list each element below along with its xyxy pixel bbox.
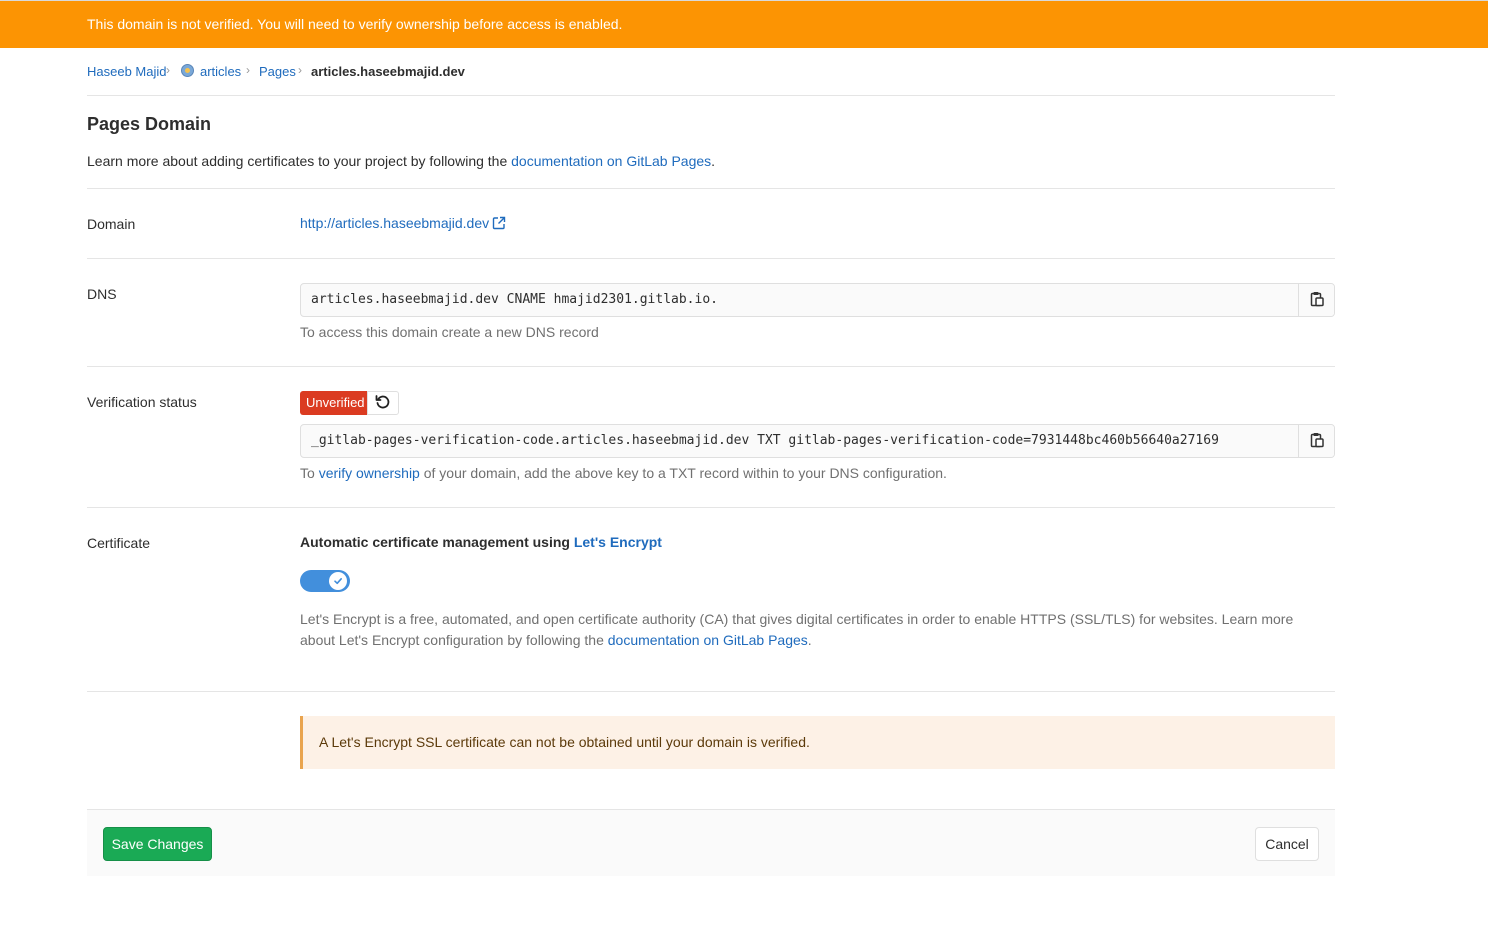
breadcrumb-item-project[interactable]: articles: [200, 64, 241, 79]
unverified-domain-banner: This domain is not verified. You will ne…: [0, 1, 1488, 48]
verify-ownership-link[interactable]: verify ownership: [319, 465, 420, 481]
cert-docs-link[interactable]: documentation on GitLab Pages: [608, 632, 808, 648]
toggle-knob: [329, 572, 347, 590]
intro-text: Learn more about adding certificates to …: [87, 153, 715, 169]
check-icon: [333, 573, 343, 589]
divider: [87, 366, 1335, 367]
dns-label: DNS: [87, 286, 117, 302]
lets-encrypt-link[interactable]: Let's Encrypt: [574, 534, 662, 550]
divider: [87, 691, 1335, 692]
retry-verification-button[interactable]: [367, 391, 399, 415]
verification-status-label: Verification status: [87, 394, 197, 410]
domain-url-link[interactable]: http://articles.haseebmajid.dev: [300, 215, 489, 231]
clipboard-icon: [1310, 291, 1324, 310]
intro-suffix: .: [711, 153, 716, 169]
divider: [87, 188, 1335, 189]
unverified-badge: Unverified: [300, 391, 371, 415]
alert-text: A Let's Encrypt SSL certificate can not …: [319, 734, 810, 750]
breadcrumb: Haseeb Majid › articles › Pages › articl…: [87, 48, 1335, 96]
ssl-warning-alert: A Let's Encrypt SSL certificate can not …: [300, 716, 1335, 769]
external-link-icon[interactable]: [492, 216, 506, 233]
verification-record-field[interactable]: _gitlab-pages-verification-code.articles…: [300, 424, 1335, 458]
verification-help-text: To verify ownership of your domain, add …: [300, 465, 947, 481]
dns-record-value[interactable]: articles.haseebmajid.dev CNAME hmajid230…: [311, 292, 1291, 307]
page-title: Pages Domain: [87, 114, 212, 134]
copy-verification-button[interactable]: [1298, 425, 1334, 457]
breadcrumb-separator: ›: [166, 63, 170, 77]
verification-help-prefix: To: [300, 465, 319, 481]
breadcrumb-item-current[interactable]: articles.haseebmajid.dev: [311, 64, 465, 79]
cert-description: Let's Encrypt is a free, automated, and …: [300, 609, 1330, 651]
lets-encrypt-toggle[interactable]: [300, 570, 350, 592]
banner-text: This domain is not verified. You will ne…: [87, 16, 623, 32]
verification-help-suffix: of your domain, add the above key to a T…: [419, 465, 947, 481]
divider: [87, 258, 1335, 259]
intro-docs-link[interactable]: documentation on GitLab Pages: [511, 153, 711, 169]
domain-link-wrap: http://articles.haseebmajid.dev: [300, 215, 506, 233]
verification-record-value[interactable]: _gitlab-pages-verification-code.articles…: [311, 433, 1291, 448]
breadcrumb-item-pages[interactable]: Pages: [259, 64, 296, 79]
cert-heading: Automatic certificate management using L…: [300, 534, 662, 550]
certificate-label: Certificate: [87, 535, 151, 551]
cert-heading-prefix: Automatic certificate management using: [300, 534, 574, 550]
save-changes-button[interactable]: Save Changes: [103, 827, 212, 861]
retry-icon: [375, 394, 391, 413]
breadcrumb-item-user[interactable]: Haseeb Majid: [87, 64, 167, 79]
intro-prefix: Learn more about adding certificates to …: [87, 153, 512, 169]
dns-record-field[interactable]: articles.haseebmajid.dev CNAME hmajid230…: [300, 283, 1335, 317]
project-avatar-icon: [181, 64, 194, 77]
breadcrumb-separator: ›: [246, 63, 250, 77]
dns-help-text: To access this domain create a new DNS r…: [300, 324, 599, 340]
copy-dns-button[interactable]: [1298, 284, 1334, 316]
cert-desc-suffix: .: [807, 632, 812, 648]
clipboard-icon: [1310, 432, 1324, 451]
domain-label: Domain: [87, 216, 136, 232]
form-actions: Save Changes Cancel: [87, 809, 1335, 876]
breadcrumb-separator: ›: [298, 63, 302, 77]
divider: [87, 507, 1335, 508]
cancel-button[interactable]: Cancel: [1255, 827, 1319, 861]
